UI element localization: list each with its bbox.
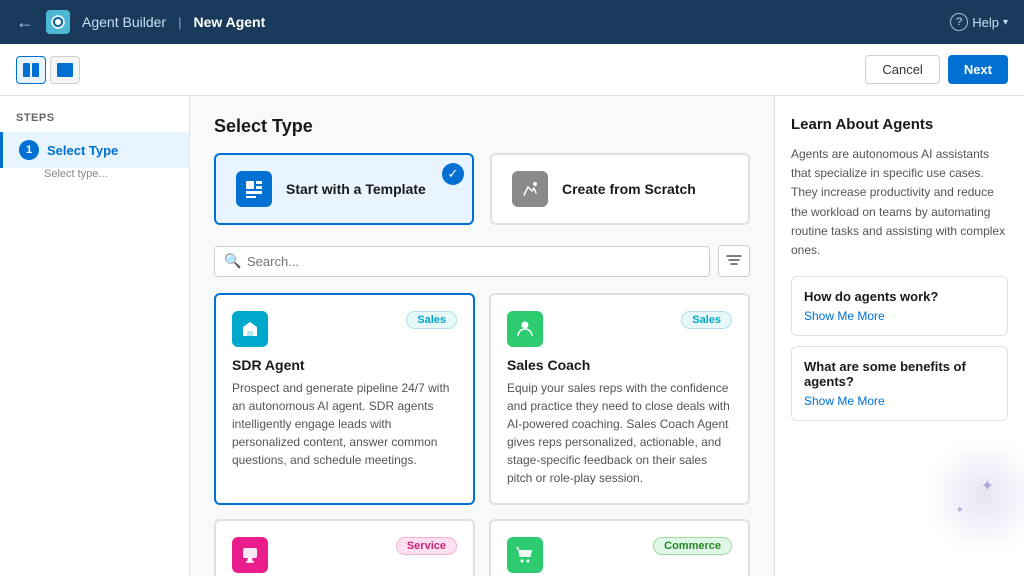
faq-card-0: How do agents work? Show Me More [791,276,1008,336]
action-buttons: Cancel Next [865,55,1008,84]
agent-card-header-service: Service [232,537,457,573]
sidebar: Steps 1 Select Type Select type... [0,96,190,576]
decorative-plus-1: ✦ [981,476,994,496]
next-button[interactable]: Next [948,55,1008,84]
agent-card-header-sdr: Sales [232,311,457,347]
coach-name: Sales Coach [507,357,732,373]
template-icon [236,171,272,207]
step-sublabel: Select type... [0,168,189,188]
agent-card-header-coach: Sales [507,311,732,347]
search-input-wrap: 🔍 [214,246,710,277]
right-panel-description: Agents are autonomous AI assistants that… [791,145,1008,260]
selected-checkmark: ✓ [442,163,464,185]
help-icon: ? [950,13,968,31]
search-input[interactable] [214,246,710,277]
faq-question-1: What are some benefits of agents? [804,359,995,389]
agent-card-service[interactable]: Service Service Agent Deliver personaliz… [214,519,475,576]
type-card-scratch[interactable]: Create from Scratch [490,153,750,225]
agent-card-coach[interactable]: Sales Sales Coach Equip your sales reps … [489,293,750,505]
sdr-badge: Sales [406,311,457,329]
commerce-badge: Commerce [653,537,732,555]
sdr-desc: Prospect and generate pipeline 24/7 with… [232,379,457,469]
coach-desc: Equip your sales reps with the confidenc… [507,379,732,487]
decorative-circle [924,436,1024,556]
agent-card-sdr[interactable]: Sales SDR Agent Prospect and generate pi… [214,293,475,505]
coach-badge: Sales [681,311,732,329]
content-title: Select Type [214,116,750,137]
toolbar: Cancel Next [0,44,1024,96]
commerce-icon [507,537,543,573]
sdr-name: SDR Agent [232,357,457,373]
right-panel: Learn About Agents Agents are autonomous… [774,96,1024,576]
search-row: 🔍 [214,245,750,277]
faq-question-0: How do agents work? [804,289,995,304]
search-icon: 🔍 [224,253,241,270]
cancel-button[interactable]: Cancel [865,55,939,84]
step-label: Select Type [47,143,118,158]
sidebar-item-select-type[interactable]: 1 Select Type [0,132,189,168]
help-button[interactable]: ? Help ▾ [950,13,1008,31]
main-content: Select Type Start with a Template ✓ [190,96,774,576]
scratch-icon [512,171,548,207]
nav-separator: | [178,15,181,30]
page-title: New Agent [193,14,265,30]
app-name: Agent Builder [82,14,166,30]
main-layout: Steps 1 Select Type Select type... Selec… [0,96,1024,576]
app-logo [46,10,70,34]
faq-card-1: What are some benefits of agents? Show M… [791,346,1008,421]
back-button[interactable]: ← [16,12,34,33]
toggle-split-view[interactable] [16,56,46,84]
type-card-template[interactable]: Start with a Template ✓ [214,153,474,225]
view-toggle-group [16,56,80,84]
filter-icon [726,254,742,268]
faq-link-1[interactable]: Show Me More [804,394,885,408]
coach-icon [507,311,543,347]
steps-label: Steps [0,112,189,132]
service-badge: Service [396,537,457,555]
filter-button[interactable] [718,245,750,277]
agent-card-grid: Sales SDR Agent Prospect and generate pi… [214,293,750,576]
scratch-label: Create from Scratch [562,181,696,197]
decorative-plus-2: ✦ [956,505,964,516]
service-icon [232,537,268,573]
toggle-single-view[interactable] [50,56,80,84]
agent-card-merchandiser[interactable]: Commerce Merchandiser Optimize product p… [489,519,750,576]
top-navigation: ← Agent Builder | New Agent ? Help ▾ [0,0,1024,44]
type-selection-cards: Start with a Template ✓ Create from Scra… [214,153,750,225]
step-number: 1 [19,140,39,160]
agent-card-header-merchandiser: Commerce [507,537,732,573]
faq-link-0[interactable]: Show Me More [804,309,885,323]
sdr-icon [232,311,268,347]
template-label: Start with a Template [286,181,426,197]
right-panel-title: Learn About Agents [791,116,1008,133]
chevron-down-icon: ▾ [1003,17,1008,28]
